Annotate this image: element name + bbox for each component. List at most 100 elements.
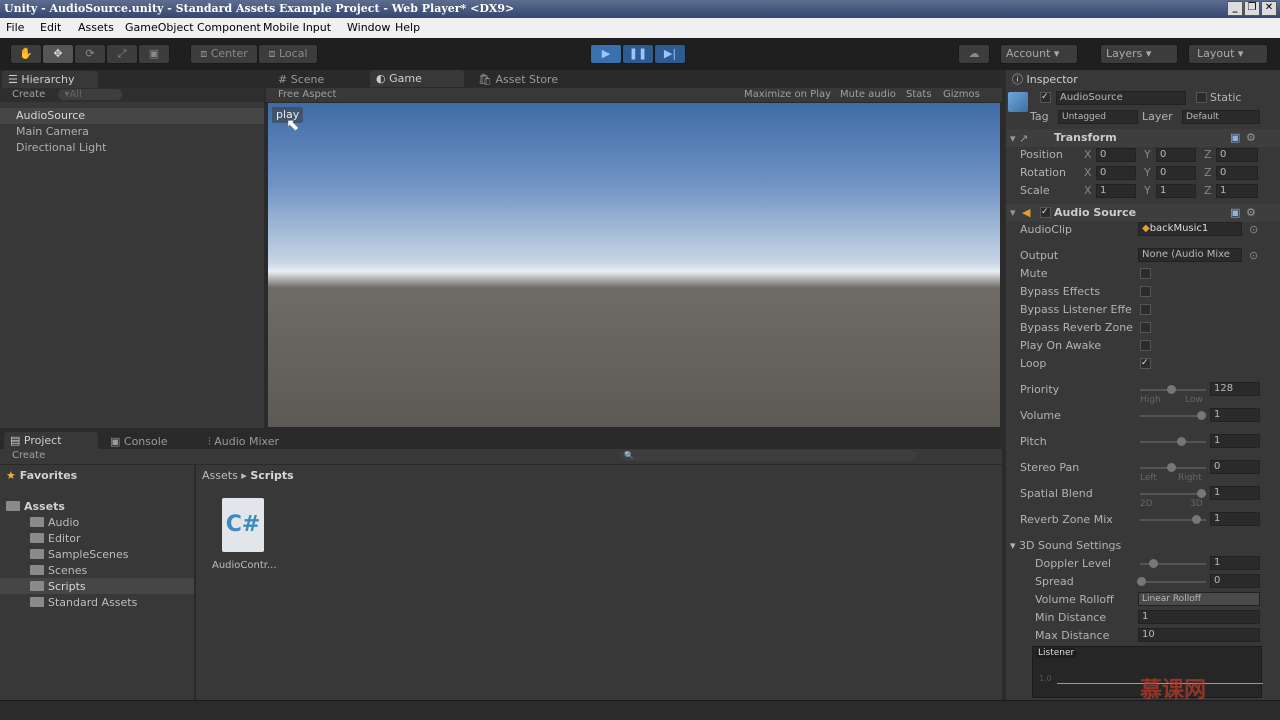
scale-y-field[interactable]: 1 (1156, 184, 1196, 198)
folder-editor[interactable]: Editor (30, 532, 81, 545)
max-distance-field[interactable]: 10 (1138, 628, 1260, 642)
tab-audio-mixer[interactable]: ⫶ Audio Mixer (202, 433, 285, 450)
priority-slider-knob[interactable] (1167, 385, 1176, 394)
component-help-icon[interactable]: ▣ (1230, 206, 1240, 219)
doppler-slider-knob[interactable] (1149, 559, 1158, 568)
maximize-on-play-toggle[interactable]: Maximize on Play (744, 88, 831, 102)
audio-source-enabled-checkbox[interactable]: ✓ (1040, 207, 1051, 218)
tab-console[interactable]: ▣ Console (104, 433, 174, 450)
volume-slider-knob[interactable] (1197, 411, 1206, 420)
bypass-effects-checkbox[interactable] (1140, 286, 1151, 297)
position-x-field[interactable]: 0 (1096, 148, 1136, 162)
folder-audio[interactable]: Audio (30, 516, 79, 529)
sound-3d-settings-foldout[interactable]: ▾ 3D Sound Settings (1010, 539, 1121, 552)
gear-icon[interactable]: ⚙ (1246, 131, 1256, 144)
breadcrumb-scripts[interactable]: Scripts (250, 469, 293, 482)
menu-window[interactable]: Window (347, 18, 390, 38)
position-z-field[interactable]: 0 (1216, 148, 1258, 162)
folder-standard-assets[interactable]: Standard Assets (30, 596, 137, 609)
play-button[interactable]: ▶ (590, 44, 622, 64)
static-checkbox[interactable] (1196, 92, 1207, 103)
position-y-field[interactable]: 0 (1156, 148, 1196, 162)
doppler-field[interactable]: 1 (1210, 556, 1260, 570)
pivot-center-button[interactable]: ⧈ Center (190, 44, 258, 64)
reverb-zone-mix-field[interactable]: 1 (1210, 512, 1260, 526)
mute-audio-toggle[interactable]: Mute audio (840, 88, 896, 102)
stats-toggle[interactable]: Stats (906, 88, 932, 102)
output-field[interactable]: None (Audio Mixe (1138, 248, 1242, 262)
tag-dropdown[interactable]: Untagged (1058, 110, 1138, 124)
menu-mobile-input[interactable]: Mobile Input (263, 18, 331, 38)
csharp-script-icon[interactable]: C# (222, 498, 264, 552)
audio-fold-icon[interactable]: ▾ (1010, 206, 1016, 219)
restore-button[interactable]: ❐ (1244, 1, 1260, 16)
min-distance-field[interactable]: 1 (1138, 610, 1260, 624)
audioclip-field[interactable]: ◆backMusic1 (1138, 222, 1242, 236)
step-button[interactable]: ▶| (654, 44, 686, 64)
pivot-local-button[interactable]: ⧈ Local (258, 44, 318, 64)
spatial-blend-slider-knob[interactable] (1197, 489, 1206, 498)
assets-root-item[interactable]: Assets (6, 500, 65, 513)
minimize-button[interactable]: _ (1227, 1, 1243, 16)
object-picker-icon[interactable]: ⊙ (1249, 223, 1258, 236)
game-viewport[interactable]: play ⬉ (268, 103, 1000, 427)
rotate-tool-icon[interactable]: ⟳ (74, 44, 106, 64)
spread-field[interactable]: 0 (1210, 574, 1260, 588)
active-checkbox[interactable]: ✓ (1040, 92, 1051, 103)
rect-tool-icon[interactable]: ▣ (138, 44, 170, 64)
hierarchy-item-audiosource[interactable]: AudioSource (16, 109, 85, 122)
pitch-slider[interactable] (1140, 441, 1206, 443)
rotation-z-field[interactable]: 0 (1216, 166, 1258, 180)
rotation-y-field[interactable]: 0 (1156, 166, 1196, 180)
folder-samplescenes[interactable]: SampleScenes (30, 548, 129, 561)
transform-fold-icon[interactable]: ▾ ↗ (1010, 132, 1028, 145)
rotation-x-field[interactable]: 0 (1096, 166, 1136, 180)
menu-assets[interactable]: Assets (78, 18, 114, 38)
hand-tool-icon[interactable]: ✋ (10, 44, 42, 64)
menu-edit[interactable]: Edit (40, 18, 61, 38)
mute-checkbox[interactable] (1140, 268, 1151, 279)
spatial-blend-field[interactable]: 1 (1210, 486, 1260, 500)
tab-asset-store[interactable]: 🛍 Asset Store (472, 71, 564, 88)
pitch-field[interactable]: 1 (1210, 434, 1260, 448)
play-on-awake-checkbox[interactable] (1140, 340, 1151, 351)
move-tool-icon[interactable]: ✥ (42, 44, 74, 64)
hierarchy-search-input[interactable]: ▾All (58, 89, 122, 100)
tab-inspector[interactable]: ⓘ Inspector (1006, 71, 1102, 88)
scale-x-field[interactable]: 1 (1096, 184, 1136, 198)
tab-game[interactable]: ◐ Game (370, 70, 464, 87)
account-dropdown[interactable]: Account ▾ (1000, 44, 1078, 64)
project-create-button[interactable]: Create (12, 449, 45, 463)
gear-icon[interactable]: ⚙ (1246, 206, 1256, 219)
component-help-icon[interactable]: ▣ (1230, 131, 1240, 144)
spread-slider[interactable] (1140, 581, 1206, 583)
hierarchy-create-button[interactable]: Create (12, 89, 45, 100)
folder-scripts[interactable]: Scripts (30, 580, 86, 593)
layers-dropdown[interactable]: Layers ▾ (1100, 44, 1178, 64)
aspect-dropdown[interactable]: Free Aspect (278, 88, 336, 102)
reverb-zone-mix-slider-knob[interactable] (1192, 515, 1201, 524)
scale-tool-icon[interactable]: ⤢ (106, 44, 138, 64)
tab-scene[interactable]: # Scene (272, 71, 330, 88)
volume-rolloff-dropdown[interactable]: Linear Rolloff (1138, 592, 1260, 606)
pitch-slider-knob[interactable] (1177, 437, 1186, 446)
close-button[interactable]: ✕ (1261, 1, 1277, 16)
pause-button[interactable]: ❚❚ (622, 44, 654, 64)
breadcrumb-assets[interactable]: Assets (202, 469, 238, 482)
loop-checkbox[interactable]: ✓ (1140, 358, 1151, 369)
hierarchy-item-directional-light[interactable]: Directional Light (16, 141, 106, 154)
script-file-label[interactable]: AudioContr... (212, 560, 277, 571)
cloud-icon[interactable]: ☁ (958, 44, 990, 64)
stereo-pan-field[interactable]: 0 (1210, 460, 1260, 474)
bypass-reverb-checkbox[interactable] (1140, 322, 1151, 333)
object-picker-icon[interactable]: ⊙ (1249, 249, 1258, 262)
layout-dropdown[interactable]: Layout ▾ (1188, 44, 1268, 64)
folder-scenes[interactable]: Scenes (30, 564, 87, 577)
gizmos-dropdown[interactable]: Gizmos (943, 88, 980, 102)
menu-help[interactable]: Help (395, 18, 420, 38)
stereo-pan-slider-knob[interactable] (1167, 463, 1176, 472)
volume-field[interactable]: 1 (1210, 408, 1260, 422)
menu-file[interactable]: File (6, 18, 24, 38)
menu-gameobject[interactable]: GameObject (125, 18, 194, 38)
spread-slider-knob[interactable] (1137, 577, 1146, 586)
